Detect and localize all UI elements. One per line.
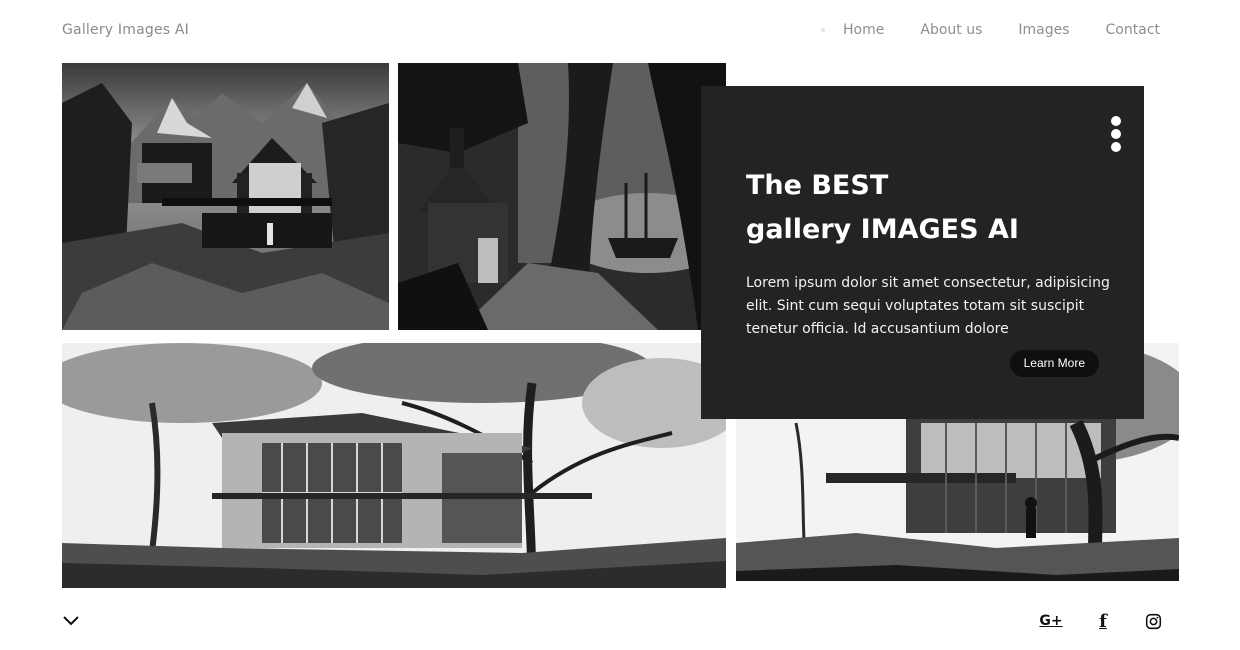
nav-about-us[interactable]: About us — [920, 22, 982, 38]
kebab-dot — [1111, 116, 1121, 126]
hero-title-line-2: gallery IMAGES AI — [746, 214, 1019, 245]
brand-logo[interactable]: Gallery Images AI — [62, 22, 189, 38]
gallery-image-sketch-house-wide[interactable] — [62, 343, 726, 588]
main-nav: Home About us Images Contact — [821, 22, 1160, 38]
chevron-down-icon[interactable] — [62, 612, 80, 630]
kebab-dot — [1111, 142, 1121, 152]
kebab-menu-icon[interactable] — [1110, 116, 1122, 155]
hero-description: Lorem ipsum dolor sit amet consectetur, … — [746, 275, 1110, 337]
nav-active-dot — [821, 28, 826, 32]
google-plus-icon[interactable]: G+ — [1038, 610, 1064, 632]
hero-title-line-1: The BEST — [746, 170, 889, 201]
nav-home[interactable]: Home — [843, 22, 884, 38]
nav-images[interactable]: Images — [1018, 22, 1069, 38]
hero-title: The BEST gallery IMAGES AI — [746, 164, 1019, 252]
gallery-image-forest-cottage[interactable] — [398, 63, 726, 330]
hero-card: The BEST gallery IMAGES AI Lorem ipsum d… — [701, 86, 1144, 419]
nav-contact[interactable]: Contact — [1106, 22, 1160, 38]
facebook-icon[interactable]: f — [1094, 610, 1112, 632]
kebab-dot — [1111, 129, 1121, 139]
instagram-icon[interactable] — [1143, 610, 1163, 632]
learn-more-button[interactable]: Learn More — [1009, 350, 1099, 377]
gallery-image-mountain-house[interactable] — [62, 63, 389, 330]
